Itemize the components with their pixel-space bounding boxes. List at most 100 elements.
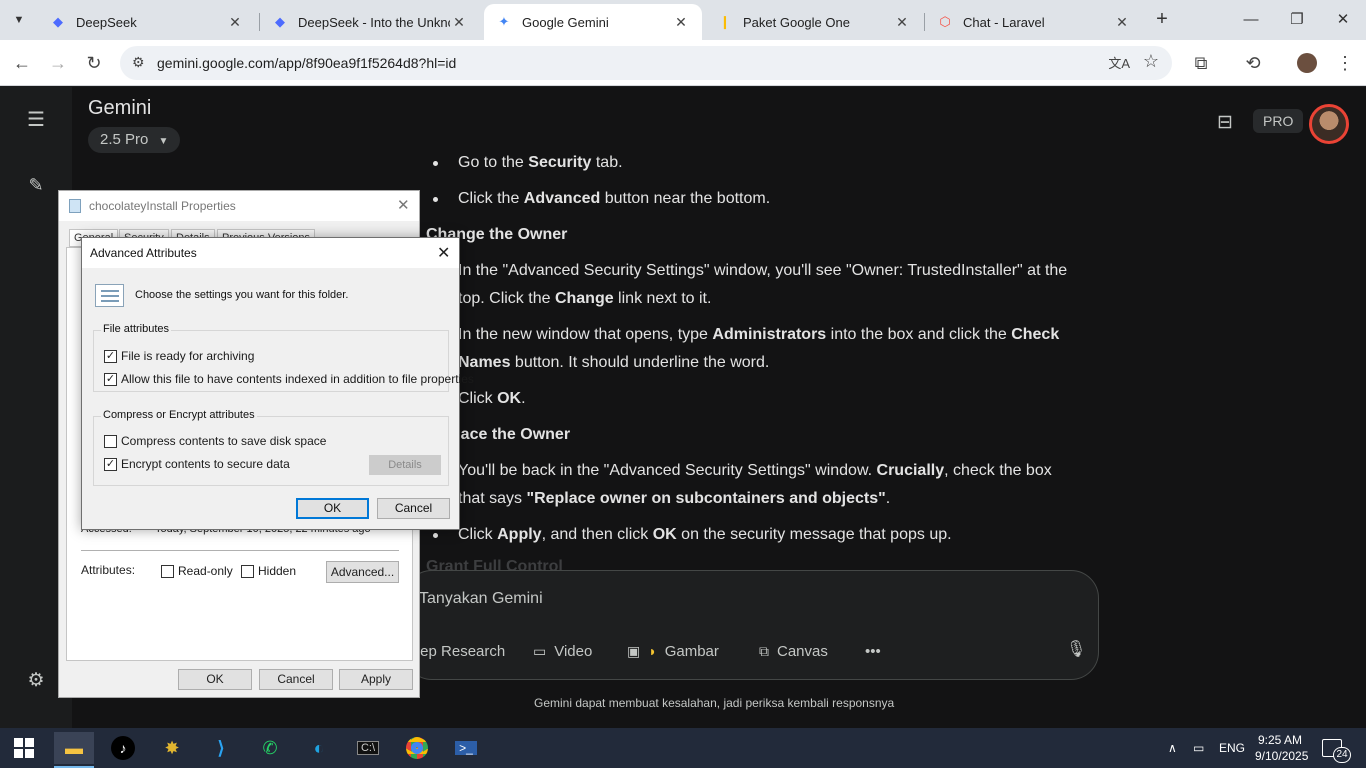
close-icon[interactable]: ✕ (397, 196, 410, 214)
checkbox-index-box[interactable]: ✓ (104, 372, 117, 386)
video-icon: ▭ (533, 642, 547, 659)
tab-search-chevron-icon[interactable]: ▼ (6, 7, 32, 33)
new-chat-edit-icon[interactable]: ✎ (24, 175, 48, 199)
close-tab-icon[interactable]: ✕ (1113, 14, 1131, 31)
gemini-icon: ✦ (498, 14, 510, 29)
game-app-icon[interactable]: ✸ (152, 732, 192, 764)
image-icon: ▣ (627, 642, 641, 659)
close-tab-icon[interactable]: ✕ (450, 14, 468, 31)
pro-badge[interactable]: PRO (1253, 109, 1304, 133)
reload-icon[interactable]: ↻ (82, 51, 106, 75)
account-avatar[interactable] (1309, 104, 1349, 144)
close-window-icon[interactable]: ✕ (1328, 8, 1358, 32)
tiktok-icon[interactable]: ♪ (103, 732, 143, 764)
clock-date: 9/10/2025 (1255, 749, 1309, 763)
url-text[interactable]: gemini.google.com/app/8f90ea9f1f5264d8?h… (157, 55, 456, 71)
browser-menu-kebab-icon[interactable]: ⋮ (1333, 51, 1357, 75)
battery-icon[interactable]: ▭ (1193, 728, 1204, 768)
encrypt-checkbox[interactable]: ✓ Encrypt contents to secure data (104, 457, 290, 471)
history-icon[interactable]: ⟲ (1241, 51, 1265, 75)
checkbox-archive-box[interactable]: ✓ (104, 349, 117, 363)
apply-button[interactable]: Apply (339, 669, 413, 690)
settings-gear-icon[interactable]: ⚙ (24, 669, 48, 693)
system-clock[interactable]: 9:25 AM 9/10/2025 (1255, 732, 1309, 764)
tool-video[interactable]: ▭ Video (533, 639, 592, 663)
site-info-tune-icon[interactable]: ⚙ (132, 54, 145, 71)
hidden-checkbox[interactable]: Hidden (241, 564, 296, 578)
command-prompt-icon[interactable]: C:\ (348, 732, 388, 764)
hamburger-menu-icon[interactable]: ☰ (24, 107, 48, 131)
details-button[interactable]: Details (369, 455, 441, 475)
profile-avatar[interactable] (1295, 51, 1319, 75)
cancel-button[interactable]: Cancel (259, 669, 333, 690)
clock-time: 9:25 AM (1257, 733, 1303, 747)
compress-encrypt-group: Compress or Encrypt attributes (93, 409, 449, 486)
advanced-button[interactable]: Advanced... (326, 561, 399, 583)
windows-start-icon[interactable] (14, 738, 34, 758)
tab-google-gemini[interactable]: ✦ Google Gemini ✕ (484, 4, 702, 40)
archive-checkbox[interactable]: ✓ File is ready for archiving (104, 349, 254, 363)
model-selector[interactable]: 2.5 Pro ▼ (88, 127, 181, 153)
canvas-icon: ⧉ (759, 642, 769, 659)
close-tab-icon[interactable]: ✕ (672, 14, 690, 31)
attributes-list-icon (95, 284, 124, 307)
address-bar[interactable]: ⚙ gemini.google.com/app/8f90ea9f1f5264d8… (120, 46, 1172, 80)
properties-title: chocolateyInstall Properties (89, 199, 236, 213)
deepseek-icon: ◆ (275, 14, 285, 29)
compress-checkbox[interactable]: Compress contents to save disk space (104, 434, 326, 448)
close-tab-icon[interactable]: ✕ (226, 14, 244, 31)
composer-tools: Deep Research ▭ Video ▣ ◗ Gambar ⧉ Canva… (401, 639, 1095, 665)
chrome-icon[interactable] (397, 732, 437, 764)
readonly-checkbox[interactable]: Read-only (161, 564, 233, 578)
browser-toolbar: ← → ↻ ⚙ gemini.google.com/app/8f90ea9f1f… (0, 40, 1366, 86)
attributes-label: Attributes: (81, 563, 136, 577)
divider (81, 550, 399, 551)
checkbox-compress-box[interactable] (104, 434, 117, 448)
chevron-down-icon: ▼ (158, 136, 169, 147)
show-hidden-icons-chevron-icon[interactable]: ∧ (1168, 728, 1177, 768)
notification-count-badge: 24 (1333, 747, 1351, 763)
banana-icon: ◗ (648, 643, 657, 659)
file-explorer-icon[interactable]: ▬ (54, 732, 94, 768)
language-indicator[interactable]: ENG (1219, 728, 1245, 768)
restore-window-icon[interactable]: ❐ (1282, 8, 1312, 32)
laravel-icon: ⬡ (939, 14, 951, 29)
close-tab-icon[interactable]: ✕ (893, 14, 911, 31)
translate-icon[interactable]: 文A (1108, 53, 1130, 72)
minimize-window-icon[interactable]: — (1236, 8, 1266, 32)
back-arrow-icon[interactable]: ← (10, 51, 34, 75)
prompt-composer[interactable]: Tanyakan Gemini Deep Research ▭ Video ▣ … (401, 570, 1099, 680)
browser-tabstrip: ▼ ◆ DeepSeek ✕ ◆ DeepSeek - Into the Unk… (0, 0, 1366, 40)
tab-deepseek-into-unknown[interactable]: ◆ DeepSeek - Into the Unknown ✕ (260, 4, 480, 40)
edge-browser-icon[interactable]: ◐ (299, 732, 339, 764)
deepseek-icon: ◆ (53, 14, 63, 29)
extensions-puzzle-icon[interactable]: ⧉ (1189, 51, 1213, 75)
archive-icon[interactable]: ⊟ (1217, 111, 1233, 134)
new-tab-plus-icon[interactable]: + (1150, 8, 1174, 32)
tab-paket-google-one[interactable]: ❙ Paket Google One ✕ (705, 4, 923, 40)
prompt-input[interactable]: Tanyakan Gemini (419, 590, 543, 608)
cancel-button[interactable]: Cancel (377, 498, 450, 519)
ok-button[interactable]: OK (296, 498, 369, 519)
google-one-icon: ❙ (719, 14, 731, 29)
tab-chat-laravel[interactable]: ⬡ Chat - Laravel ✕ (925, 4, 1143, 40)
vscode-icon[interactable]: ⟩ (201, 732, 241, 764)
checkbox-encrypt-box[interactable]: ✓ (104, 457, 117, 471)
tool-canvas[interactable]: ⧉ Canvas (759, 639, 828, 663)
disclaimer-text: Gemini dapat membuat kesalahan, jadi per… (534, 696, 895, 710)
forward-arrow-icon[interactable]: → (46, 51, 70, 75)
intro-text: Choose the settings you want for this fo… (135, 289, 349, 301)
windows-taskbar: ▬ ♪ ✸ ⟩ ✆ ◐ C:\ >_ ∧ ▭ ENG 9:25 AM 9/10/… (0, 728, 1366, 768)
bookmark-star-icon[interactable]: ☆ (1143, 51, 1159, 72)
whatsapp-icon[interactable]: ✆ (250, 732, 290, 764)
microphone-icon[interactable]: 🎙 (1066, 639, 1086, 659)
properties-titlebar[interactable]: chocolateyInstall Properties ✕ (59, 191, 419, 221)
advanced-attributes-titlebar[interactable]: Advanced Attributes ✕ (82, 238, 459, 268)
index-checkbox[interactable]: ✓ Allow this file to have contents index… (104, 372, 474, 386)
close-icon[interactable]: ✕ (437, 243, 450, 263)
more-tools-ellipsis-icon[interactable]: ••• (865, 639, 881, 663)
tab-deepseek[interactable]: ◆ DeepSeek ✕ (38, 4, 256, 40)
tool-gambar[interactable]: ▣ ◗ Gambar (627, 639, 719, 663)
ok-button[interactable]: OK (178, 669, 252, 690)
powershell-icon[interactable]: >_ (446, 732, 486, 764)
